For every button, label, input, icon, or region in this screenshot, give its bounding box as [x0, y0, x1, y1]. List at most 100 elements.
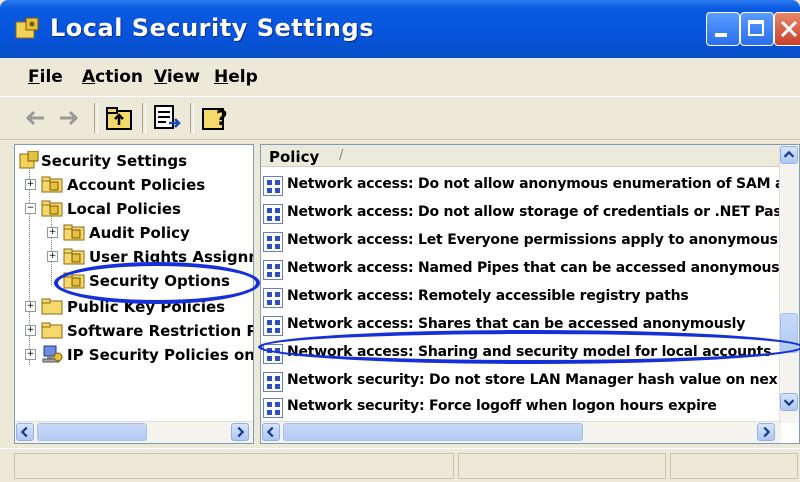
- window-title: Local Security Settings: [50, 14, 374, 42]
- title-bar[interactable]: Local Security Settings: [0, 0, 800, 58]
- expand-toggle[interactable]: +: [47, 227, 58, 238]
- close-icon: [780, 20, 798, 38]
- policy-setting-icon: [263, 176, 283, 196]
- export-list-icon[interactable]: [152, 103, 182, 133]
- tree-item-label: Local Policies: [67, 200, 181, 218]
- tree-pane[interactable]: Security Settings + Account Policies − L…: [14, 144, 254, 444]
- policy-list-pane[interactable]: Policy / Network access: Do not allow an…: [260, 144, 800, 444]
- minimize-button[interactable]: [706, 12, 740, 46]
- ip-security-icon: [42, 345, 63, 363]
- folder-lock-icon: [41, 176, 63, 193]
- policy-row[interactable]: Network access: Remotely accessible regi…: [263, 285, 783, 311]
- menu-file[interactable]: File: [28, 67, 63, 87]
- policy-setting-icon: [263, 204, 283, 224]
- toolbar: ?: [0, 96, 800, 140]
- tree-item-label: Public Key Policies: [67, 298, 226, 316]
- security-settings-icon: [19, 151, 39, 169]
- policy-name: Network access: Let Everyone permissions…: [287, 232, 778, 248]
- chevron-left-icon: [20, 426, 28, 438]
- list-horizontal-scrollbar[interactable]: [261, 421, 781, 443]
- policy-name: Network access: Remotely accessible regi…: [287, 288, 689, 304]
- chevron-left-icon: [266, 426, 274, 438]
- expand-toggle[interactable]: +: [25, 179, 36, 190]
- chevron-right-icon: [763, 426, 771, 438]
- policy-setting-icon: [263, 398, 283, 418]
- policy-row[interactable]: Network security: Do not store LAN Manag…: [263, 369, 783, 395]
- up-folder-icon[interactable]: [104, 103, 134, 133]
- expand-toggle[interactable]: +: [25, 325, 36, 336]
- menu-view[interactable]: View: [154, 67, 200, 87]
- chevron-up-icon: [783, 150, 795, 158]
- policy-name: Network access: Named Pipes that can be …: [287, 260, 780, 276]
- policy-row[interactable]: Network access: Do not allow anonymous e…: [263, 173, 783, 199]
- maximize-icon: [748, 20, 764, 36]
- policy-setting-icon: [263, 260, 283, 280]
- policy-name: Network security: Force logoff when logo…: [287, 398, 717, 414]
- scrollbar-thumb[interactable]: [780, 313, 798, 353]
- help-icon[interactable]: ?: [200, 103, 230, 133]
- menu-action[interactable]: Action: [82, 67, 143, 87]
- policy-name: Network access: Sharing and security mod…: [287, 344, 772, 360]
- policy-name: Network access: Shares that can be acces…: [287, 316, 746, 332]
- tree-item-label: Security Options: [89, 272, 230, 290]
- scroll-right-button[interactable]: [757, 423, 775, 441]
- policy-setting-icon: [263, 316, 283, 336]
- column-header-policy[interactable]: Policy /: [261, 145, 781, 167]
- menu-help[interactable]: Help: [214, 67, 258, 87]
- policy-row[interactable]: Network access: Named Pipes that can be …: [263, 257, 783, 283]
- chevron-down-icon: [783, 399, 795, 407]
- expand-toggle[interactable]: +: [25, 349, 36, 360]
- policy-row[interactable]: Network access: Let Everyone permissions…: [263, 229, 783, 255]
- status-cell: [458, 453, 666, 479]
- policy-row[interactable]: Network access: Do not allow storage of …: [263, 201, 783, 227]
- scrollbar-thumb[interactable]: [37, 423, 147, 441]
- window: Local Security Settings File Action View…: [0, 0, 800, 482]
- tree-horizontal-scrollbar[interactable]: [15, 421, 253, 443]
- policy-name: Network access: Do not allow storage of …: [287, 204, 782, 220]
- toolbar-separator: [190, 103, 194, 133]
- policy-setting-icon: [263, 288, 283, 308]
- folder-lock-icon: [63, 224, 85, 241]
- tree-item-label: Account Policies: [67, 176, 206, 194]
- tree-item-label: Software Restriction P: [67, 322, 254, 340]
- toolbar-separator: [142, 103, 146, 133]
- status-cell: [670, 453, 798, 479]
- svg-text:?: ?: [216, 106, 228, 130]
- folder-lock-icon: [63, 248, 85, 265]
- scroll-left-button[interactable]: [262, 423, 280, 441]
- folder-icon: [41, 322, 63, 339]
- folder-lock-icon: [63, 272, 85, 289]
- minimize-icon: [715, 33, 727, 37]
- list-vertical-scrollbar[interactable]: [779, 145, 799, 423]
- close-button[interactable]: [774, 12, 800, 46]
- policy-setting-icon: [263, 232, 283, 252]
- scroll-left-button[interactable]: [16, 423, 34, 441]
- expand-toggle[interactable]: +: [25, 301, 36, 312]
- tree-item-label: Security Settings: [41, 152, 188, 170]
- sort-indicator: /: [339, 148, 344, 163]
- policy-row[interactable]: Network access: Sharing and security mod…: [263, 341, 783, 367]
- folder-lock-icon: [41, 200, 63, 217]
- policy-name: Network security: Do not store LAN Manag…: [287, 372, 778, 388]
- toolbar-separator: [94, 103, 98, 133]
- scroll-up-button[interactable]: [780, 146, 798, 164]
- policy-row[interactable]: Network security: Force logoff when logo…: [263, 395, 783, 421]
- chevron-right-icon: [237, 426, 245, 438]
- back-arrow-icon[interactable]: [20, 103, 50, 133]
- scroll-down-button[interactable]: [780, 393, 798, 411]
- expand-toggle[interactable]: +: [47, 251, 58, 262]
- security-settings-icon: [15, 17, 39, 39]
- tree-item-label: User Rights Assignment: [89, 248, 253, 266]
- maximize-button[interactable]: [740, 12, 774, 46]
- policy-row[interactable]: Network access: Shares that can be acces…: [263, 313, 783, 339]
- scroll-right-button[interactable]: [231, 423, 249, 441]
- scrollbar-thumb[interactable]: [283, 423, 583, 441]
- forward-arrow-icon[interactable]: [54, 103, 84, 133]
- tree-item-label: IP Security Policies on: [67, 346, 254, 364]
- policy-name: Network access: Do not allow anonymous e…: [287, 176, 783, 192]
- policy-setting-icon: [263, 372, 283, 392]
- status-cell: [14, 453, 454, 479]
- column-header-label: Policy: [269, 148, 320, 166]
- menu-bar: File Action View Help: [0, 58, 800, 96]
- collapse-toggle[interactable]: −: [25, 203, 36, 214]
